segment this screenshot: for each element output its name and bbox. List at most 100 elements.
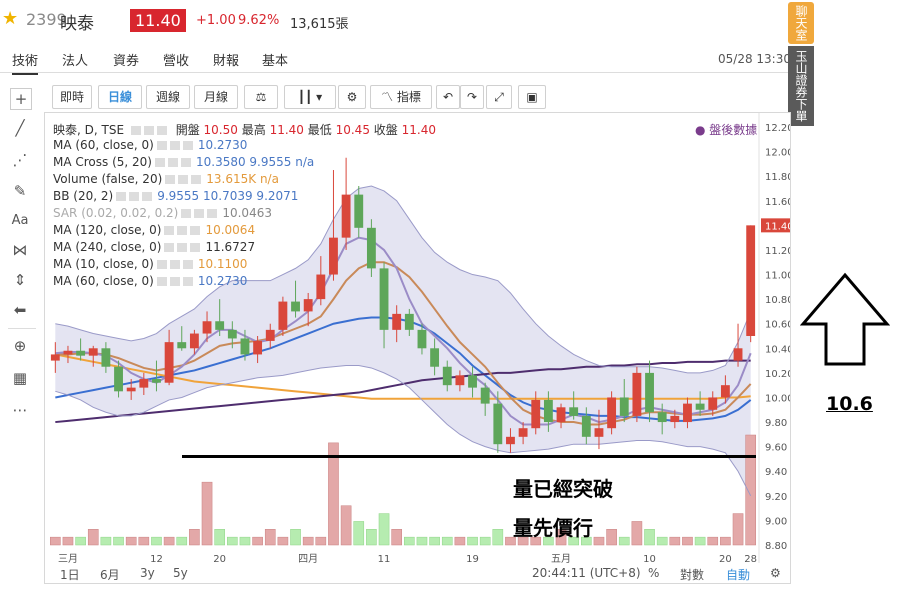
up-arrow-icon bbox=[800, 272, 890, 366]
volume-bar bbox=[404, 536, 415, 546]
interval-daily-button[interactable]: 日線 bbox=[98, 85, 142, 109]
star-icon[interactable]: ★ bbox=[2, 8, 18, 29]
camera-icon[interactable]: ▣ bbox=[518, 85, 546, 109]
legend-controls-icon[interactable] bbox=[156, 260, 195, 269]
volume-bar bbox=[694, 536, 706, 546]
y-tick-label: 11.00 bbox=[765, 271, 790, 282]
high-label: 最高 bbox=[241, 123, 266, 137]
broker-order-banner[interactable]: 玉山證券下單 bbox=[788, 46, 814, 126]
chat-room-banner[interactable]: 聊天室 bbox=[788, 2, 814, 44]
y-tick-label: 10.80 bbox=[765, 295, 790, 306]
volume-bar bbox=[328, 442, 339, 546]
range-6m-button[interactable]: 6月 bbox=[100, 566, 120, 583]
auto-scale-button[interactable]: 自動 bbox=[726, 566, 750, 583]
settings-gear-icon[interactable]: ⚙ bbox=[338, 85, 366, 109]
chart-style-button[interactable]: ┃┃ ▾ bbox=[284, 85, 336, 109]
legend-controls-icon[interactable] bbox=[181, 209, 220, 218]
indicators-button[interactable]: 〽 指標 bbox=[370, 85, 432, 109]
candle-body bbox=[417, 329, 427, 349]
pattern-icon[interactable]: ⋈ bbox=[10, 240, 30, 260]
volume-bar bbox=[467, 536, 478, 546]
crosshair-icon[interactable]: + bbox=[10, 88, 32, 110]
candle-body bbox=[468, 375, 477, 388]
range-5y-button[interactable]: 5y bbox=[173, 566, 188, 580]
volume-bar bbox=[189, 529, 200, 546]
price-change-percent: 9.62% bbox=[238, 13, 280, 28]
interval-weekly-button[interactable]: 週線 bbox=[146, 85, 190, 109]
ruler-icon[interactable]: ▦ bbox=[10, 368, 30, 388]
tab-margin[interactable]: 資券 bbox=[113, 50, 139, 69]
chevron-down-icon: ▾ bbox=[316, 90, 323, 104]
redo-icon[interactable]: ↷ bbox=[460, 85, 484, 109]
after-hours-data[interactable]: ● 盤後數據 bbox=[695, 121, 757, 138]
legend-symbol: 映泰, D, TSE bbox=[53, 123, 125, 137]
volume-bar bbox=[315, 536, 327, 546]
candle-body bbox=[101, 348, 111, 367]
range-3y-button[interactable]: 3y bbox=[140, 566, 155, 580]
candle-body bbox=[594, 428, 604, 437]
low-value: 10.45 bbox=[335, 123, 370, 137]
legend-row: MA (120, close, 0) 10.0064 bbox=[53, 223, 256, 237]
fullscreen-icon[interactable]: ⤢ bbox=[486, 85, 512, 109]
candle-body bbox=[455, 375, 465, 386]
legend-row: MA (60, close, 0) 10.2730 bbox=[53, 138, 248, 152]
legend-controls-icon[interactable] bbox=[154, 158, 193, 167]
candle-body bbox=[164, 342, 174, 383]
legend-controls-icon[interactable] bbox=[116, 192, 155, 201]
candle-body bbox=[619, 397, 629, 416]
settings-gear-icon[interactable]: ⚙ bbox=[770, 566, 781, 580]
interval-monthly-button[interactable]: 月線 bbox=[194, 85, 238, 109]
tab-fundamentals[interactable]: 基本 bbox=[262, 50, 288, 69]
zoom-icon[interactable]: ⊕ bbox=[10, 336, 30, 356]
annotation-volume-first: 量先價行 bbox=[513, 516, 593, 540]
candle-body bbox=[733, 348, 743, 361]
legend-controls-icon[interactable] bbox=[156, 277, 195, 286]
legend-controls-icon[interactable] bbox=[164, 226, 203, 235]
candle-body bbox=[63, 350, 73, 355]
y-tick-label: 9.20 bbox=[765, 492, 787, 503]
candle-body bbox=[189, 333, 199, 349]
brush-icon[interactable]: ✎ bbox=[10, 181, 30, 201]
chart-panel[interactable]: 12.20 12.00 11.80 11.60 11.40 11.20 11.00 10.80… bbox=[44, 112, 791, 584]
volume-bar bbox=[340, 505, 352, 546]
candle-body bbox=[76, 350, 86, 356]
interval-realtime-button[interactable]: 即時 bbox=[52, 85, 92, 109]
more-icon[interactable]: ⋯ bbox=[10, 400, 30, 420]
volume-bar bbox=[656, 536, 668, 546]
fibonacci-icon[interactable]: ⋰ bbox=[10, 150, 30, 170]
tab-institutional[interactable]: 法人 bbox=[62, 50, 88, 69]
range-1d-button[interactable]: 1日 bbox=[60, 566, 80, 583]
trend-line-icon[interactable]: ╱ bbox=[10, 118, 30, 138]
y-tick-label: 12.00 bbox=[765, 148, 790, 159]
tool-divider bbox=[8, 328, 36, 329]
candle-body bbox=[581, 415, 591, 437]
legend-controls-icon[interactable] bbox=[164, 243, 203, 252]
volume-bar bbox=[732, 513, 744, 546]
candle-body bbox=[556, 407, 566, 423]
candle-body bbox=[278, 301, 288, 330]
y-tick-label: 9.60 bbox=[765, 443, 787, 454]
x-tick-label: 28 bbox=[744, 554, 757, 565]
legend-row: MA (60, close, 0) 10.2730 bbox=[53, 274, 248, 288]
y-tick-label: 10.60 bbox=[765, 320, 790, 331]
log-scale-button[interactable]: 對數 bbox=[680, 566, 704, 583]
percent-scale-button[interactable]: % bbox=[648, 566, 659, 580]
arrow-left-icon[interactable]: ⬅ bbox=[10, 300, 30, 320]
legend-controls-icon[interactable] bbox=[156, 141, 195, 150]
compare-icon[interactable]: ⚖ bbox=[244, 85, 278, 109]
measure-icon[interactable]: ⇕ bbox=[10, 270, 30, 290]
candle-body bbox=[683, 403, 692, 423]
undo-icon[interactable]: ↶ bbox=[436, 85, 460, 109]
candle-body bbox=[607, 397, 617, 429]
legend-controls-icon[interactable] bbox=[130, 126, 169, 135]
legend-controls-icon[interactable] bbox=[165, 175, 204, 184]
target-price-annotation: 10.6 bbox=[826, 393, 873, 415]
candle-body bbox=[177, 342, 187, 349]
tab-revenue[interactable]: 營收 bbox=[163, 50, 189, 69]
candle-body bbox=[354, 194, 364, 228]
tab-financials[interactable]: 財報 bbox=[213, 50, 239, 69]
close-value: 11.40 bbox=[401, 123, 436, 137]
text-tool-icon[interactable]: Aa bbox=[10, 211, 30, 231]
indicators-icon: 〽 bbox=[381, 90, 394, 104]
volume-bar bbox=[87, 529, 99, 546]
